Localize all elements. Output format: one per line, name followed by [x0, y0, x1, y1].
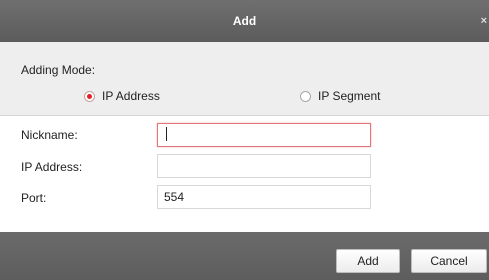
- text-cursor: [166, 127, 167, 141]
- dialog-footer: Add Cancel: [0, 232, 489, 280]
- port-field[interactable]: [157, 185, 371, 209]
- radio-ip-segment-label: IP Segment: [318, 89, 381, 103]
- radio-ip-segment[interactable]: IP Segment: [300, 89, 380, 103]
- port-label: Port:: [21, 191, 47, 205]
- add-button[interactable]: Add: [336, 249, 400, 273]
- ip-address-field[interactable]: [157, 154, 371, 178]
- radio-checked-icon[interactable]: [84, 90, 95, 102]
- nickname-field[interactable]: [157, 123, 371, 147]
- dialog-title: Add: [232, 14, 257, 28]
- radio-ip-address-label: IP Address: [102, 89, 160, 103]
- radio-unchecked-icon[interactable]: [300, 90, 311, 102]
- dialog-titlebar: Add ×: [0, 0, 489, 42]
- device-form: Nickname: IP Address: Port:: [0, 116, 489, 232]
- adding-mode-label: Adding Mode:: [21, 63, 96, 77]
- close-icon[interactable]: ×: [481, 0, 487, 42]
- cancel-button[interactable]: Cancel: [411, 249, 487, 273]
- radio-ip-address[interactable]: IP Address: [84, 89, 160, 103]
- ip-address-label: IP Address:: [21, 160, 83, 174]
- nickname-label: Nickname:: [21, 128, 78, 142]
- adding-mode-panel: Adding Mode: IP Address IP Segment: [0, 42, 489, 116]
